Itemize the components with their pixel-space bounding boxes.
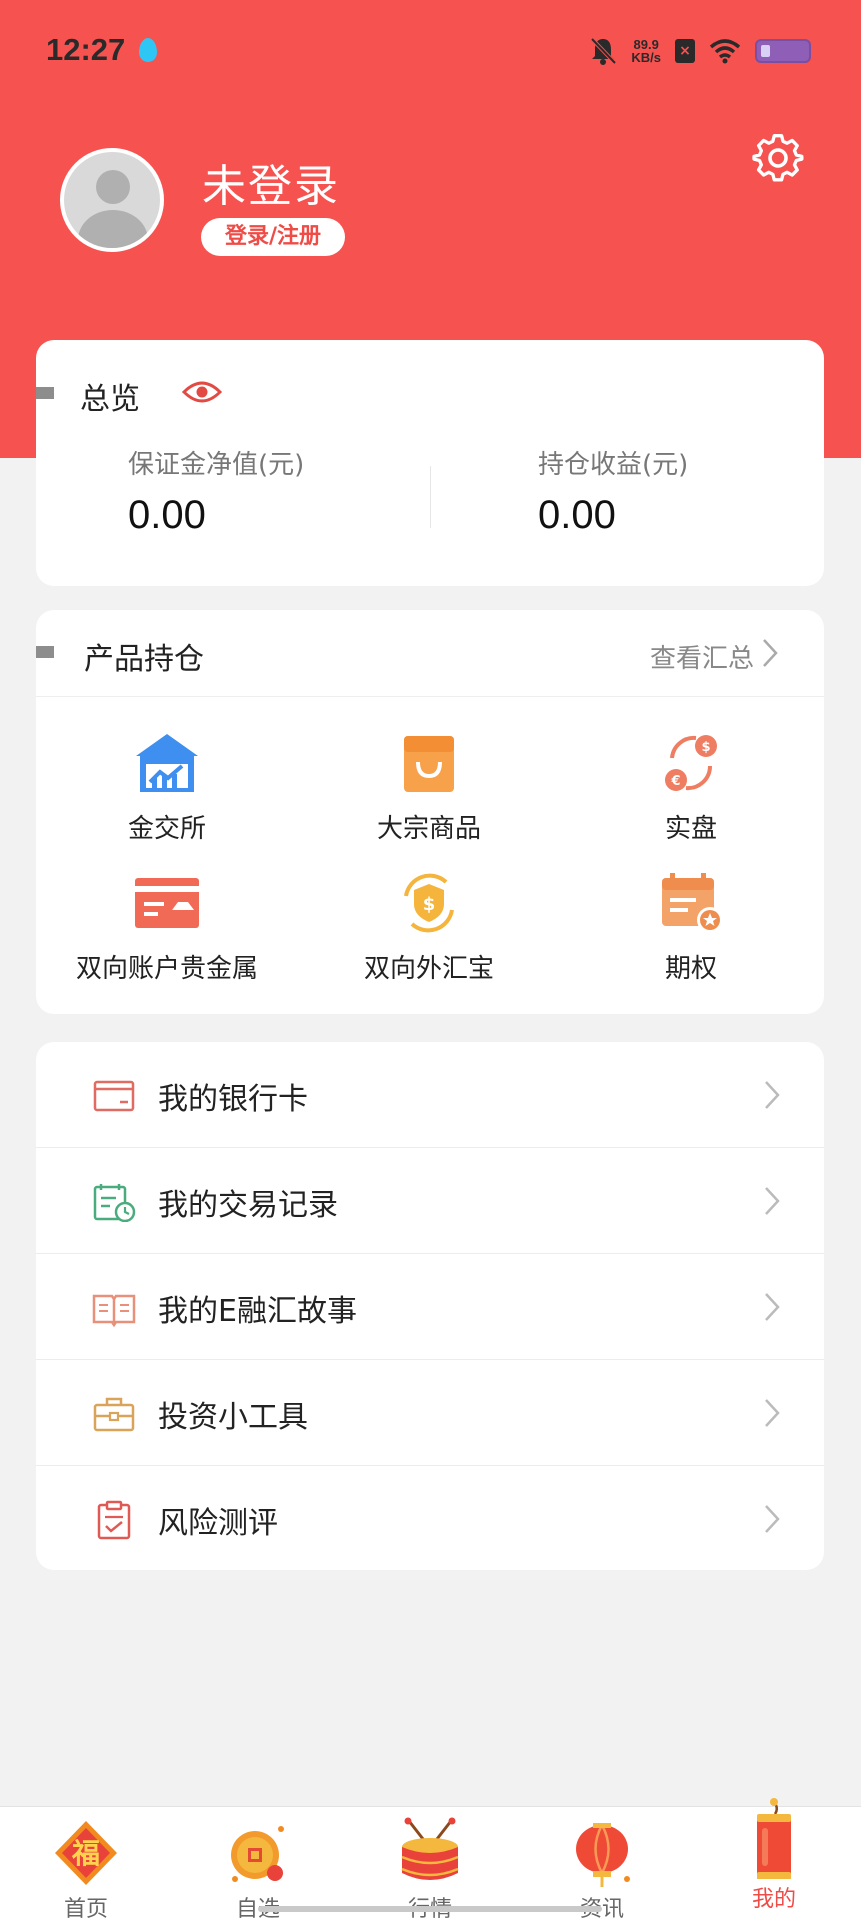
login-register-button[interactable]: 登录/注册 <box>201 218 345 256</box>
product-holdings-section-marker <box>36 646 54 658</box>
product-holdings-card: 产品持仓 查看汇总 金交所 大宗商品 $ € 实盘 双向账户贵金属 $ 双向外汇… <box>36 610 824 1014</box>
menu-item-label: 我的交易记录 <box>158 1188 338 1223</box>
menu-item-investment-tools[interactable]: 投资小工具 <box>36 1360 824 1466</box>
bell-muted-icon <box>590 37 617 65</box>
overview-divider <box>430 466 431 528</box>
product-label: 金交所 <box>127 814 206 844</box>
menu-item-risk-assessment[interactable]: 风险测评 <box>36 1466 824 1572</box>
no-sim-icon: × <box>675 39 695 63</box>
gold-card-icon <box>135 878 199 928</box>
product-options[interactable]: 期权 <box>560 870 822 985</box>
chevron-right-icon <box>765 1399 780 1427</box>
nav-label: 我的 <box>751 1887 796 1912</box>
nav-market[interactable]: 行情 <box>344 1807 516 1920</box>
overview-section-marker <box>36 387 54 399</box>
menu-item-erh-story[interactable]: 我的E融汇故事 <box>36 1254 824 1360</box>
menu-item-label: 我的E融汇故事 <box>158 1294 357 1329</box>
nav-mine[interactable]: 我的 <box>688 1798 860 1920</box>
product-spot[interactable]: $ € 实盘 <box>560 730 822 845</box>
product-label: 实盘 <box>664 814 717 844</box>
svg-text:$: $ <box>423 894 436 915</box>
svg-text:$: $ <box>701 740 710 755</box>
menu-item-bank-card[interactable]: 我的银行卡 <box>36 1042 824 1148</box>
chevron-right-icon <box>765 1505 780 1533</box>
product-holdings-title: 产品持仓 <box>84 642 204 677</box>
user-name: 未登录 <box>202 161 340 212</box>
eye-icon[interactable] <box>182 378 222 406</box>
status-bar: 12:27 89.9 KB/s × <box>0 0 861 100</box>
menu-item-label: 风险测评 <box>158 1506 278 1541</box>
battery-icon <box>755 39 811 63</box>
drum-icon <box>401 1817 459 1880</box>
bottom-navigation: 福 首页 自选 行情 <box>0 1798 861 1920</box>
chevron-right-icon <box>765 1187 780 1215</box>
product-label: 期权 <box>664 954 717 984</box>
nav-label: 首页 <box>63 1897 108 1920</box>
bank-card-icon <box>93 1080 135 1112</box>
home-indicator[interactable] <box>258 1906 602 1912</box>
svg-text:€: € <box>670 774 680 789</box>
book-icon <box>92 1294 136 1328</box>
product-two-way-precious-metal[interactable]: 双向账户贵金属 <box>36 870 298 985</box>
chevron-right-icon[interactable] <box>760 636 780 670</box>
menu-item-trade-records[interactable]: 我的交易记录 <box>36 1148 824 1254</box>
margin-net-value: 保证金净值(元) 0.00 <box>128 444 304 538</box>
position-profit: 持仓收益(元) 0.00 <box>538 444 688 538</box>
lantern-icon <box>576 1823 630 1887</box>
network-speed: 89.9 KB/s <box>631 38 661 64</box>
shield-dollar-icon: $ <box>404 873 454 933</box>
product-holdings-divider <box>36 696 824 697</box>
coin-icon <box>231 1826 284 1882</box>
margin-net-value-amount: 0.00 <box>128 493 206 537</box>
position-profit-amount: 0.00 <box>538 493 616 537</box>
product-label: 大宗商品 <box>376 814 481 844</box>
chevron-right-icon <box>765 1293 780 1321</box>
account-menu-card: 我的银行卡 我的交易记录 我的E融汇故事 投资小工具 风险测评 <box>36 1042 824 1570</box>
nav-news[interactable]: 资讯 <box>516 1807 688 1920</box>
currency-exchange-icon: $ € <box>665 735 717 791</box>
calendar-star-icon <box>662 873 723 933</box>
product-label: 双向账户贵金属 <box>75 954 258 984</box>
product-two-way-forex[interactable]: $ 双向外汇宝 <box>298 870 560 985</box>
nav-watchlist[interactable]: 自选 <box>172 1807 344 1920</box>
wifi-icon <box>709 39 741 64</box>
firecracker-icon <box>757 1798 791 1879</box>
avatar-head <box>96 170 130 204</box>
water-drop-icon <box>139 38 157 62</box>
nav-home[interactable]: 福 首页 <box>0 1807 172 1920</box>
chevron-right-icon <box>765 1081 780 1109</box>
avatar-body <box>78 210 148 248</box>
toolbox-icon <box>93 1397 135 1432</box>
clipboard-check-icon <box>97 1500 131 1540</box>
overview-title: 总览 <box>80 382 140 417</box>
overview-card: 总览 保证金净值(元) 0.00 持仓收益(元) 0.00 <box>36 340 824 586</box>
position-profit-label: 持仓收益(元) <box>538 450 689 480</box>
product-gold-exchange[interactable]: 金交所 <box>36 730 298 845</box>
trade-record-icon <box>93 1184 136 1222</box>
exchange-building-icon <box>136 734 198 792</box>
fu-diamond-icon: 福 <box>55 1821 117 1885</box>
view-summary-link[interactable]: 查看汇总 <box>650 638 754 675</box>
svg-text:福: 福 <box>71 1837 100 1870</box>
avatar[interactable] <box>60 148 164 252</box>
network-speed-unit: KB/s <box>631 50 661 65</box>
status-time: 12:27 <box>46 32 126 67</box>
product-label: 双向外汇宝 <box>363 954 494 984</box>
product-bulk-commodity[interactable]: 大宗商品 <box>298 730 560 845</box>
gear-icon[interactable] <box>752 134 804 186</box>
status-indicators: 89.9 KB/s × <box>589 34 811 68</box>
menu-item-label: 投资小工具 <box>158 1400 308 1435</box>
margin-net-value-label: 保证金净值(元) <box>128 450 305 480</box>
menu-item-label: 我的银行卡 <box>158 1082 308 1117</box>
shopping-bag-icon <box>404 736 454 792</box>
